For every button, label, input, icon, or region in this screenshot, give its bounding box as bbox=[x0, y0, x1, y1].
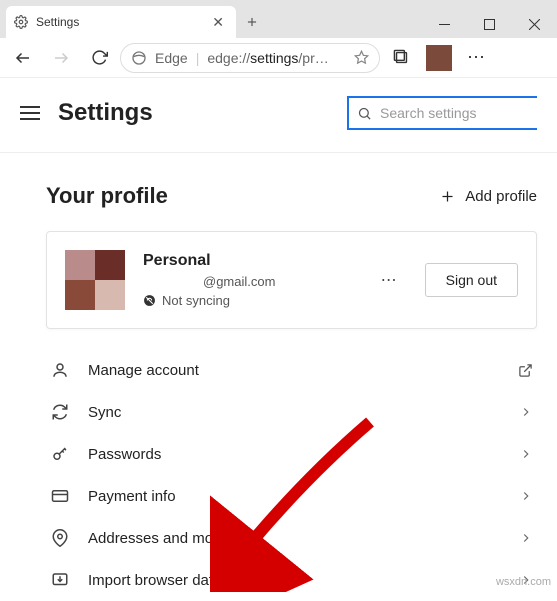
content-area: Your profile Add profile Personal @gmail… bbox=[0, 153, 557, 601]
sync-off-icon bbox=[143, 294, 156, 307]
menu-item-label: Manage account bbox=[88, 362, 500, 379]
profile-more-button[interactable]: ⋯ bbox=[373, 270, 407, 290]
key-icon bbox=[50, 445, 70, 463]
avatar bbox=[65, 250, 125, 310]
profile-card: Personal @gmail.com Not syncing ⋯ Sign o… bbox=[46, 231, 537, 329]
profile-name: Personal bbox=[143, 252, 355, 270]
browser-tab[interactable]: Settings ✕ bbox=[6, 6, 236, 38]
sign-out-button[interactable]: Sign out bbox=[425, 263, 518, 297]
watermark: wsxdn.com bbox=[496, 576, 551, 588]
menu-item-label: Import browser data bbox=[88, 572, 501, 589]
chevron-right-icon bbox=[519, 489, 533, 503]
menu-item-manage-account[interactable]: Manage account bbox=[46, 349, 537, 391]
close-window-button[interactable] bbox=[512, 10, 557, 38]
external-link-icon bbox=[518, 363, 533, 378]
new-tab-button[interactable] bbox=[236, 6, 268, 38]
tab-strip: Settings ✕ bbox=[0, 0, 422, 38]
profile-menu: Manage account Sync Passwords Payment info A… bbox=[46, 349, 537, 601]
profile-email: @gmail.com bbox=[203, 274, 355, 289]
menu-item-payment-info[interactable]: Payment info bbox=[46, 475, 537, 517]
tab-close-button[interactable]: ✕ bbox=[208, 12, 228, 33]
browser-toolbar: Edge | edge://settings/pr… ⋯ bbox=[0, 38, 557, 78]
refresh-button[interactable] bbox=[82, 42, 116, 74]
menu-item-label: Sync bbox=[88, 404, 501, 421]
search-settings-box[interactable] bbox=[347, 96, 537, 130]
window-titlebar: Settings ✕ bbox=[0, 0, 557, 38]
menu-item-addresses-and-more[interactable]: Addresses and more bbox=[46, 517, 537, 559]
profile-button[interactable] bbox=[426, 45, 452, 71]
card-icon bbox=[50, 487, 70, 505]
sync-icon bbox=[50, 403, 70, 421]
menu-item-label: Passwords bbox=[88, 446, 501, 463]
page-title: Settings bbox=[58, 99, 153, 127]
chevron-right-icon bbox=[519, 531, 533, 545]
person-icon bbox=[50, 361, 70, 379]
chevron-right-icon bbox=[519, 405, 533, 419]
menu-item-label: Addresses and more bbox=[88, 530, 501, 547]
profile-section-header: Your profile Add profile bbox=[46, 183, 537, 209]
menu-item-passwords[interactable]: Passwords bbox=[46, 433, 537, 475]
back-button[interactable] bbox=[6, 42, 40, 74]
menu-item-label: Payment info bbox=[88, 488, 501, 505]
add-profile-label: Add profile bbox=[465, 188, 537, 205]
settings-header: Settings bbox=[0, 78, 557, 153]
search-icon bbox=[357, 106, 372, 121]
plus-icon bbox=[440, 189, 455, 204]
section-heading: Your profile bbox=[46, 183, 168, 209]
menu-button[interactable] bbox=[20, 106, 40, 120]
search-input[interactable] bbox=[380, 105, 529, 121]
favorite-icon[interactable] bbox=[354, 50, 369, 65]
menu-item-sync[interactable]: Sync bbox=[46, 391, 537, 433]
add-profile-button[interactable]: Add profile bbox=[440, 188, 537, 205]
pin-icon bbox=[50, 529, 70, 547]
import-icon bbox=[50, 571, 70, 589]
menu-item-import-browser-data[interactable]: Import browser data bbox=[46, 559, 537, 601]
minimize-button[interactable] bbox=[422, 10, 467, 38]
maximize-button[interactable] bbox=[467, 10, 512, 38]
chevron-right-icon bbox=[519, 447, 533, 461]
tab-title: Settings bbox=[36, 15, 79, 29]
address-url: edge://settings/pr… bbox=[207, 50, 346, 66]
collections-button[interactable] bbox=[384, 42, 418, 74]
edge-icon bbox=[131, 50, 147, 66]
edge-label: Edge bbox=[155, 50, 188, 66]
more-button[interactable]: ⋯ bbox=[460, 42, 494, 74]
gear-icon bbox=[14, 15, 28, 29]
address-bar[interactable]: Edge | edge://settings/pr… bbox=[120, 43, 380, 73]
profile-info: Personal @gmail.com Not syncing bbox=[143, 252, 355, 308]
address-separator: | bbox=[196, 50, 200, 66]
window-controls bbox=[422, 10, 557, 38]
forward-button[interactable] bbox=[44, 42, 78, 74]
sync-status: Not syncing bbox=[143, 293, 355, 308]
